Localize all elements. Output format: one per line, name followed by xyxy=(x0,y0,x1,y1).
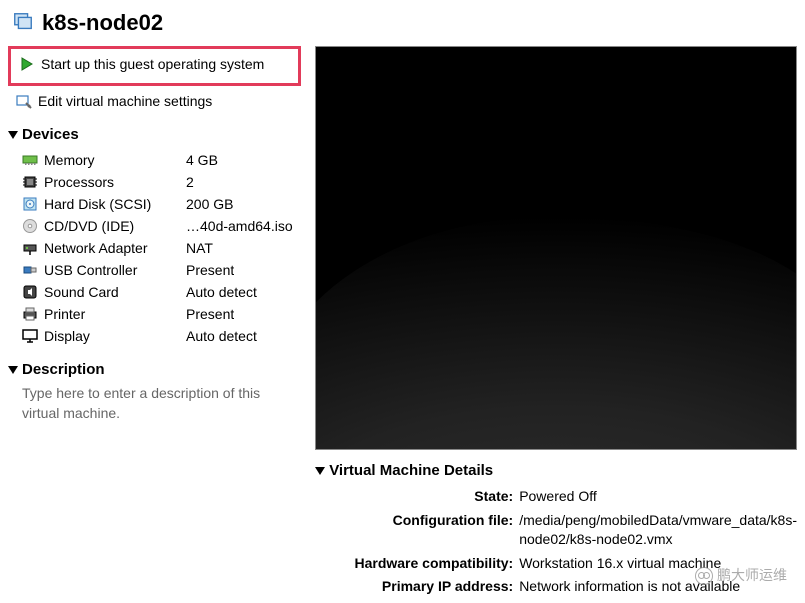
start-vm-link[interactable]: Start up this guest operating system xyxy=(17,53,292,75)
device-name: Processors xyxy=(44,174,180,190)
vm-icon xyxy=(12,11,34,36)
vm-details-section: Virtual Machine Details State:Powered Of… xyxy=(315,460,797,599)
wrench-icon xyxy=(16,93,32,109)
description-section-header[interactable]: Description xyxy=(8,359,301,380)
usb-icon xyxy=(22,262,38,278)
details-value: /media/peng/mobiledData/vmware_data/k8s-… xyxy=(519,511,797,550)
left-pane: Start up this guest operating system Edi… xyxy=(8,46,301,599)
devices-table: Memory 4 GB Processors 2 Hard Disk (SCSI) 200… xyxy=(22,149,301,347)
device-row[interactable]: USB Controller Present xyxy=(22,259,301,281)
sound-icon xyxy=(22,284,38,300)
device-name: Sound Card xyxy=(44,284,180,300)
edit-settings-link[interactable]: Edit virtual machine settings xyxy=(8,90,301,112)
device-value: 200 GB xyxy=(186,196,233,212)
vm-details-title: Virtual Machine Details xyxy=(329,462,493,479)
device-value: Auto detect xyxy=(186,328,257,344)
description-section: Description Type here to enter a descrip… xyxy=(8,359,301,423)
device-row[interactable]: Display Auto detect xyxy=(22,325,301,347)
vm-preview[interactable] xyxy=(315,46,797,450)
device-row[interactable]: CD/DVD (IDE) …40d-amd64.iso xyxy=(22,215,301,237)
devices-section-header[interactable]: Devices xyxy=(8,124,301,145)
details-value: Network information is not available xyxy=(519,577,797,597)
play-icon xyxy=(19,56,35,72)
description-placeholder[interactable]: Type here to enter a description of this… xyxy=(22,384,282,423)
cpu-icon xyxy=(22,174,38,190)
device-row[interactable]: Printer Present xyxy=(22,303,301,325)
chevron-down-icon xyxy=(8,366,18,374)
device-row[interactable]: Hard Disk (SCSI) 200 GB xyxy=(22,193,301,215)
devices-section-title: Devices xyxy=(22,126,79,143)
device-row[interactable]: Network Adapter NAT xyxy=(22,237,301,259)
vm-header: k8s-node02 xyxy=(8,4,797,46)
device-value: NAT xyxy=(186,240,213,256)
edit-settings-label: Edit virtual machine settings xyxy=(38,93,212,109)
device-value: 2 xyxy=(186,174,194,190)
device-name: Display xyxy=(44,328,180,344)
details-label: Primary IP address: xyxy=(329,577,519,597)
memory-icon xyxy=(22,152,38,168)
network-icon xyxy=(22,240,38,256)
start-vm-label: Start up this guest operating system xyxy=(41,56,264,72)
start-action-highlight: Start up this guest operating system xyxy=(8,46,301,86)
device-value: Present xyxy=(186,262,234,278)
device-name: Printer xyxy=(44,306,180,322)
device-name: Memory xyxy=(44,152,180,168)
device-name: Network Adapter xyxy=(44,240,180,256)
device-value: Present xyxy=(186,306,234,322)
device-row[interactable]: Sound Card Auto detect xyxy=(22,281,301,303)
printer-icon xyxy=(22,306,38,322)
device-row[interactable]: Memory 4 GB xyxy=(22,149,301,171)
details-label: Configuration file: xyxy=(329,511,519,550)
details-row: State:Powered Off xyxy=(329,485,797,509)
vm-title: k8s-node02 xyxy=(42,10,163,36)
details-value: Powered Off xyxy=(519,487,797,507)
devices-section: Devices Memory 4 GB Processors 2 Hard Disk (… xyxy=(8,124,301,347)
details-label: State: xyxy=(329,487,519,507)
vm-details-table: State:Powered OffConfiguration file:/med… xyxy=(329,485,797,599)
device-value: Auto detect xyxy=(186,284,257,300)
device-value: 4 GB xyxy=(186,152,218,168)
details-label: Hardware compatibility: xyxy=(329,554,519,574)
details-value: Workstation 16.x virtual machine xyxy=(519,554,797,574)
cd-icon xyxy=(22,218,38,234)
device-row[interactable]: Processors 2 xyxy=(22,171,301,193)
device-value: …40d-amd64.iso xyxy=(186,218,293,234)
details-row: Hardware compatibility:Workstation 16.x … xyxy=(329,552,797,576)
display-icon xyxy=(22,328,38,344)
device-name: USB Controller xyxy=(44,262,180,278)
description-section-title: Description xyxy=(22,361,105,378)
device-name: Hard Disk (SCSI) xyxy=(44,196,180,212)
vm-details-header[interactable]: Virtual Machine Details xyxy=(315,460,797,481)
details-row: Primary IP address:Network information i… xyxy=(329,575,797,599)
details-row: Configuration file:/media/peng/mobiledDa… xyxy=(329,509,797,552)
right-pane: Virtual Machine Details State:Powered Of… xyxy=(315,46,797,599)
chevron-down-icon xyxy=(8,131,18,139)
chevron-down-icon xyxy=(315,467,325,475)
device-name: CD/DVD (IDE) xyxy=(44,218,180,234)
preview-background-wave xyxy=(315,216,797,450)
disk-icon xyxy=(22,196,38,212)
